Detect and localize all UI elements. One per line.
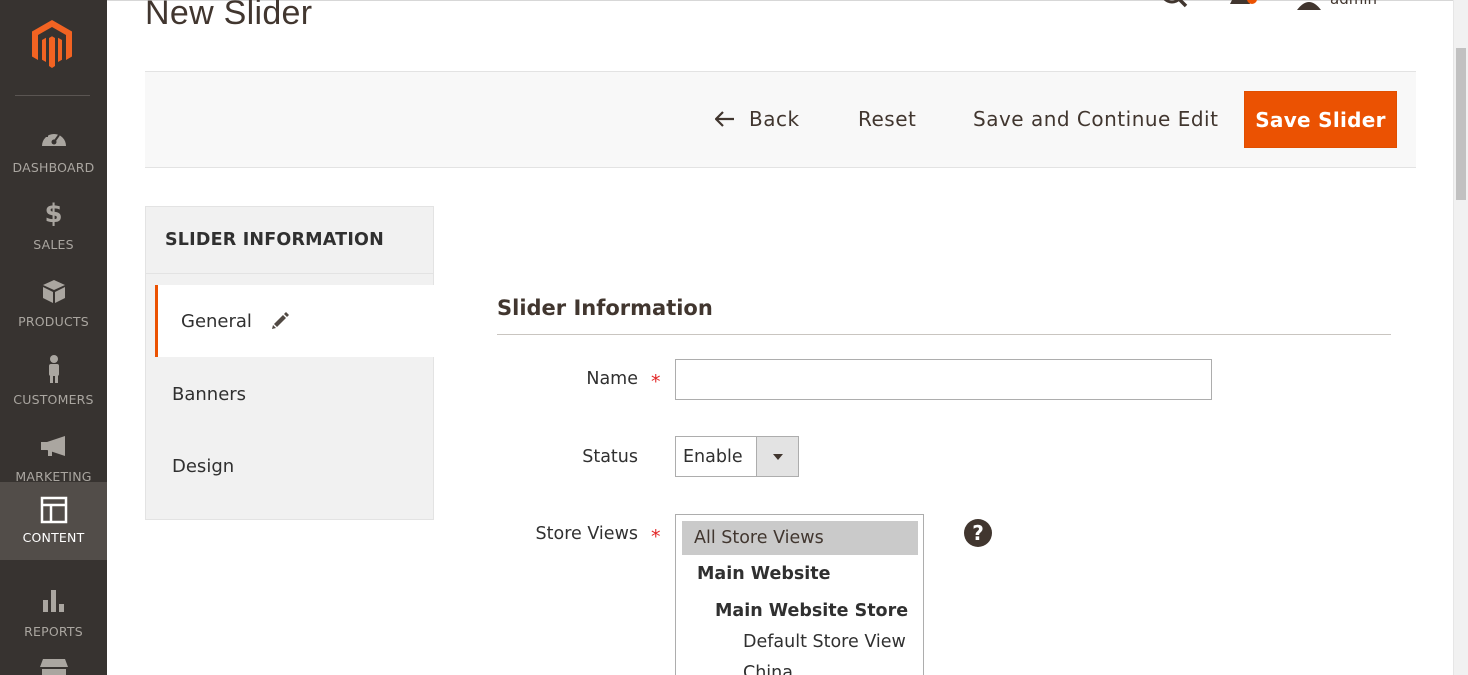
- reset-button[interactable]: Reset: [858, 107, 916, 131]
- name-label: Name: [586, 369, 638, 389]
- sidebar-item-dashboard[interactable]: DASHBOARD: [0, 108, 107, 185]
- tab-label: Design: [172, 455, 235, 477]
- status-selected-value: Enable: [683, 446, 743, 467]
- slider-tabs-panel: SLIDER INFORMATION General Banners Desig…: [145, 206, 435, 520]
- arrow-left-icon: [715, 111, 734, 127]
- sidebar-item-label: CUSTOMERS: [13, 392, 94, 407]
- tabs-divider: [146, 273, 433, 274]
- person-icon: [39, 354, 69, 384]
- back-button[interactable]: Back: [715, 107, 800, 131]
- section-title: Slider Information: [497, 296, 713, 320]
- tab-label: Banners: [172, 383, 247, 405]
- search-icon[interactable]: [1160, 0, 1190, 14]
- status-select[interactable]: Enable: [675, 436, 799, 477]
- store-view-option[interactable]: Default Store View: [743, 632, 906, 652]
- user-name: admin: [1330, 0, 1377, 8]
- chevron-down-icon: [756, 437, 798, 476]
- notifications-bell-icon[interactable]: [1228, 0, 1258, 12]
- admin-sidebar: DASHBOARD $ SALES PRODUCTS CUSTOMERS MAR…: [0, 0, 107, 675]
- section-divider: [497, 334, 1391, 335]
- sidebar-item-customers[interactable]: CUSTOMERS: [0, 340, 107, 417]
- name-input[interactable]: [675, 359, 1212, 400]
- user-avatar-icon: [1297, 2, 1321, 10]
- help-icon[interactable]: ?: [964, 519, 992, 547]
- magento-logo[interactable]: [26, 18, 78, 70]
- back-button-label: Back: [749, 107, 800, 131]
- sidebar-item-label: SALES: [33, 237, 74, 252]
- sidebar-item-reports[interactable]: REPORTS: [0, 572, 107, 649]
- sidebar-item-label: DASHBOARD: [12, 160, 95, 175]
- user-menu[interactable]: admin: [1296, 0, 1395, 12]
- cube-icon: [39, 276, 69, 306]
- required-marker: *: [651, 526, 661, 548]
- dollar-icon: $: [44, 199, 63, 229]
- save-slider-button[interactable]: Save Slider: [1244, 91, 1397, 148]
- status-label: Status: [582, 447, 638, 467]
- megaphone-icon: [39, 431, 69, 461]
- scrollbar-thumb[interactable]: [1456, 48, 1466, 200]
- pencil-icon: [271, 312, 289, 329]
- tab-design[interactable]: Design: [146, 430, 435, 502]
- tab-banners[interactable]: Banners: [146, 358, 435, 430]
- save-and-continue-button[interactable]: Save and Continue Edit: [973, 107, 1218, 131]
- tab-general[interactable]: General: [155, 285, 435, 357]
- store-view-group: Main Website Store: [715, 601, 909, 621]
- sidebar-item-stores[interactable]: [0, 640, 107, 675]
- required-marker: *: [651, 371, 661, 393]
- sidebar-item-label: CONTENT: [22, 530, 85, 545]
- tabs-title: SLIDER INFORMATION: [165, 230, 384, 250]
- sidebar-item-content[interactable]: CONTENT: [0, 482, 107, 560]
- store-views-multiselect[interactable]: All Store Views Main Website Main Websit…: [675, 514, 924, 675]
- store-icon: [39, 654, 69, 675]
- store-view-option[interactable]: All Store Views: [682, 521, 918, 555]
- page-scrollbar[interactable]: [1453, 0, 1468, 675]
- sidebar-item-sales[interactable]: $ SALES: [0, 185, 107, 262]
- store-view-option[interactable]: China: [743, 663, 793, 675]
- layout-icon: [39, 495, 69, 525]
- bar-chart-icon: [39, 586, 69, 616]
- sidebar-item-label: PRODUCTS: [18, 314, 89, 329]
- sidebar-divider: [15, 95, 90, 96]
- dashboard-icon: [39, 122, 69, 152]
- page-actions-bar: Back Reset Save and Continue Edit Save S…: [145, 71, 1416, 168]
- store-views-label: Store Views: [535, 524, 638, 544]
- store-view-group: Main Website: [697, 564, 831, 584]
- chevron-down-icon: [1385, 0, 1395, 2]
- page-title: New Slider: [145, 0, 313, 32]
- sidebar-item-products[interactable]: PRODUCTS: [0, 262, 107, 339]
- sidebar-item-label: REPORTS: [24, 624, 83, 639]
- tab-label: General: [181, 310, 252, 332]
